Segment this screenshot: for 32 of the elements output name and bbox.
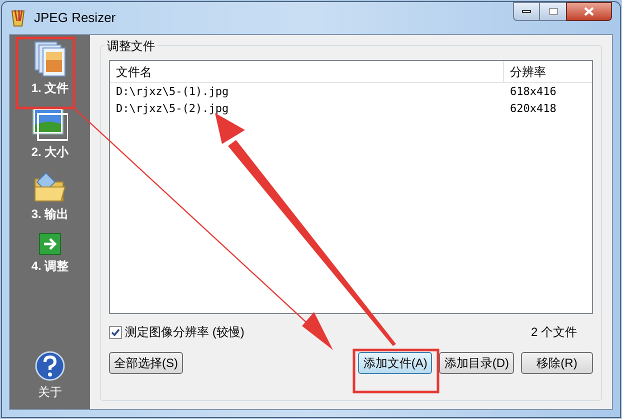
table-cell-text: D:\rjxz\5-(1).jpg <box>115 84 230 100</box>
measure-checkbox[interactable]: 测定图像分辨率 (较慢) <box>109 323 244 341</box>
close-button[interactable] <box>566 2 612 21</box>
sidebar-item[interactable]: 3. 输出 <box>19 169 81 223</box>
action-button[interactable]: 全部选择(S) <box>109 352 183 374</box>
action-button[interactable]: 添加目录(D) <box>439 352 514 374</box>
file-count: 2 个文件 <box>530 324 577 341</box>
about-button[interactable]: 关于 <box>35 351 65 401</box>
action-button[interactable]: 移除(R) <box>521 352 593 374</box>
sidebar-item[interactable]: 2. 大小 <box>19 105 81 161</box>
close-icon <box>584 7 594 16</box>
landscape-photo-icon <box>32 107 68 141</box>
action-button[interactable]: 添加文件(A) <box>358 352 432 374</box>
image-stack-icon <box>33 41 67 77</box>
column-header[interactable]: 文件名 <box>110 61 504 82</box>
arrow-right-icon <box>39 233 61 255</box>
column-header[interactable]: 分辨率 <box>504 61 592 82</box>
table-cell-text: 620x418 <box>509 101 558 117</box>
table-cell-text: D:\rjxz\5-(2).jpg <box>115 101 230 117</box>
table-cell-text: 618x416 <box>509 84 558 100</box>
sidebar-item[interactable]: 1. 文件 <box>19 39 81 97</box>
window-title: JPEG Resizer <box>34 9 116 28</box>
sidebar-item[interactable]: 4. 调整 <box>19 231 81 275</box>
maximize-icon <box>548 8 558 15</box>
app-icon <box>10 9 26 27</box>
group-title: 调整文件 <box>105 37 157 55</box>
minimize-icon <box>522 10 531 13</box>
folder-icon <box>33 171 67 203</box>
minimize-button[interactable] <box>513 2 540 21</box>
help-icon <box>35 351 65 381</box>
checkmark-icon <box>111 328 120 336</box>
maximize-button[interactable] <box>540 2 566 21</box>
